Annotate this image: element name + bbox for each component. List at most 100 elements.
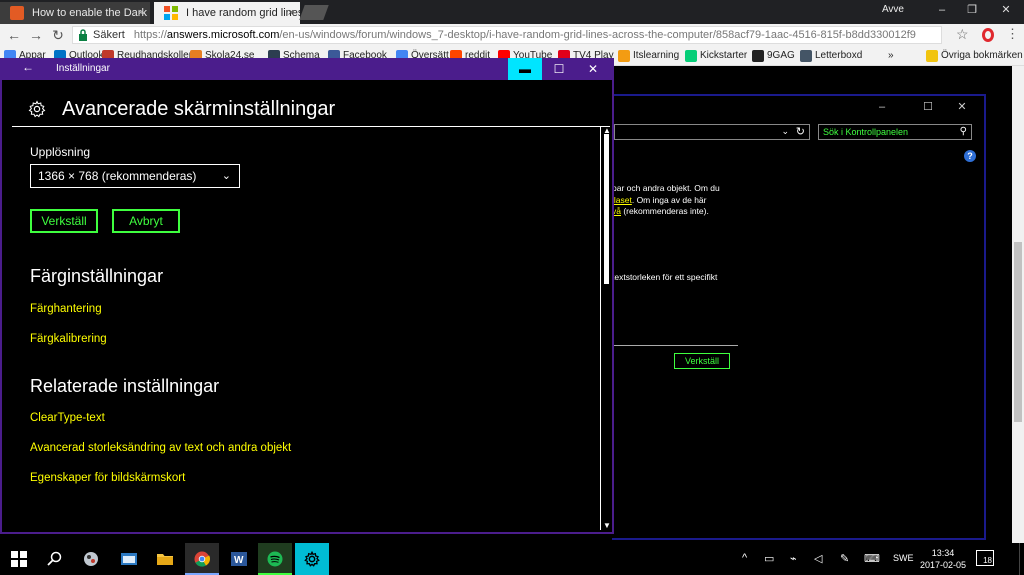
- description-link[interactable]: ilaset: [612, 195, 632, 205]
- close-icon[interactable]: ✕: [948, 98, 976, 116]
- advanced-text-sizing-link[interactable]: Avancerad storleksändring av text och an…: [30, 442, 291, 454]
- lock-icon: [78, 29, 88, 41]
- control-panel-address-bar[interactable]: ⌄ ↻: [614, 124, 810, 140]
- chrome-menu-icon[interactable]: ⋮: [1006, 26, 1019, 42]
- reload-icon[interactable]: ↻: [48, 25, 68, 45]
- search-button[interactable]: [38, 543, 72, 575]
- divider: [12, 126, 610, 127]
- control-panel-search-input[interactable]: Sök i Kontrollpanelen ⚲: [818, 124, 972, 140]
- pen-icon[interactable]: ✎: [840, 552, 849, 565]
- bookmark-itslearning[interactable]: Itslearning: [618, 49, 679, 63]
- 9gag-icon: [752, 50, 764, 62]
- apply-button[interactable]: Verkställ: [674, 353, 730, 369]
- tab-title: How to enable the Dark: [32, 7, 147, 19]
- taskbar-app-game[interactable]: [74, 543, 108, 575]
- windows-logo-icon: [11, 551, 27, 567]
- url-path: /en-us/windows/forum/windows_7-desktop/i…: [279, 29, 916, 41]
- tab-dark-mode[interactable]: How to enable the Dark ×: [0, 2, 150, 24]
- divider: [612, 345, 738, 346]
- bookmark-label: Övriga bokmärken: [941, 50, 1023, 61]
- volume-icon[interactable]: ◁: [814, 552, 822, 565]
- page-scrollbar[interactable]: [1012, 66, 1024, 543]
- scrollbar-thumb[interactable]: [604, 134, 609, 284]
- resolution-label: Upplösning: [30, 145, 91, 159]
- cleartype-link[interactable]: ClearType-text: [30, 412, 105, 424]
- back-arrow-icon[interactable]: ←: [22, 60, 34, 74]
- address-bar[interactable]: Säkert https://answers.microsoft.com/en-…: [72, 26, 942, 44]
- folder-icon: [157, 551, 173, 567]
- refresh-icon[interactable]: ↻: [796, 125, 805, 138]
- tray-overflow-icon[interactable]: ^: [742, 552, 747, 564]
- itslearning-icon: [618, 50, 630, 62]
- page-title: Avancerade skärminställningar: [62, 98, 336, 120]
- other-bookmarks[interactable]: Övriga bokmärken: [926, 49, 1023, 63]
- tab-close-icon[interactable]: ×: [138, 2, 144, 24]
- network-icon[interactable]: ⌁: [790, 552, 797, 565]
- input-language[interactable]: SWE: [893, 553, 914, 563]
- close-icon[interactable]: ✕: [990, 0, 1022, 22]
- restore-icon[interactable]: ❐: [956, 0, 988, 22]
- profile-name[interactable]: Avve: [882, 4, 904, 15]
- minimize-icon[interactable]: –: [868, 98, 896, 116]
- minimize-icon[interactable]: ▬: [508, 58, 542, 80]
- color-calibration-link[interactable]: Färgkalibrering: [30, 333, 107, 345]
- description-text: par och andra objekt. Om du: [612, 183, 720, 193]
- taskbar-settings[interactable]: [295, 543, 329, 575]
- clock-date: 2017-02-05: [919, 560, 967, 570]
- taskbar-file-explorer[interactable]: [148, 543, 182, 575]
- settings-scrollbar[interactable]: ▲ ▼: [600, 126, 612, 530]
- forward-icon[interactable]: →: [26, 25, 46, 45]
- resolution-select[interactable]: 1366 × 768 (rekommenderas) ⌄: [30, 164, 240, 188]
- taskbar: W ^ ▭ ⌁ ◁ ✎ ⌨ SWE 13:34 2017-02-05 18: [0, 543, 1024, 575]
- search-placeholder: Sök i Kontrollpanelen: [823, 127, 909, 137]
- clock[interactable]: 13:34 2017-02-05: [918, 547, 968, 571]
- maximize-icon[interactable]: ☐: [914, 98, 942, 116]
- app-title: Inställningar: [56, 63, 110, 74]
- tab-grid-lines[interactable]: I have random grid lines ×: [154, 2, 300, 24]
- related-settings-heading: Relaterade inställningar: [30, 376, 220, 396]
- tab-close-icon[interactable]: ×: [288, 2, 294, 24]
- browser-title-bar: How to enable the Dark × I have random g…: [0, 0, 1024, 24]
- display-adapter-properties-link[interactable]: Egenskaper för bildskärmskort: [30, 472, 185, 484]
- bookmark-star-icon[interactable]: ☆: [956, 26, 969, 43]
- apply-button[interactable]: Verkställ: [30, 209, 98, 233]
- toolbar: ← → ↻ Säkert https://answers.microsoft.c…: [0, 24, 1024, 46]
- description-text: textstorleken för ett specifikt: [612, 272, 718, 282]
- description-text-part: (rekommenderas inte).: [620, 206, 709, 216]
- minimize-icon[interactable]: –: [926, 0, 958, 22]
- taskbar-chrome[interactable]: [185, 543, 219, 575]
- scrollbar-thumb[interactable]: [1014, 242, 1022, 422]
- word-icon: W: [231, 551, 247, 567]
- bookmarks-overflow-icon[interactable]: »: [888, 49, 894, 63]
- bookmark-letterboxd[interactable]: Letterboxd: [800, 49, 862, 63]
- show-desktop-button[interactable]: [1019, 543, 1024, 575]
- clock-time: 13:34: [931, 548, 955, 558]
- chevron-down-icon: ⌄: [221, 170, 231, 182]
- taskbar-spotify[interactable]: [258, 543, 292, 575]
- description-text: vå (rekommenderas inte).: [612, 206, 709, 217]
- scroll-down-icon[interactable]: ▼: [603, 521, 611, 530]
- keyboard-icon[interactable]: ⌨: [864, 552, 880, 565]
- description-text: ilaset. Om inga av de här: [612, 195, 707, 206]
- help-icon[interactable]: ?: [964, 150, 976, 162]
- notification-center-icon[interactable]: 18: [976, 550, 994, 566]
- taskbar-word[interactable]: W: [222, 543, 256, 575]
- search-icon[interactable]: ⚲: [960, 125, 967, 139]
- chevron-down-icon[interactable]: ⌄: [781, 126, 789, 137]
- color-management-link[interactable]: Färghantering: [30, 303, 102, 315]
- bookmark-kickstarter[interactable]: Kickstarter: [685, 49, 747, 63]
- bookmark-9gag[interactable]: 9GAG: [752, 49, 795, 63]
- battery-icon[interactable]: ▭: [764, 552, 774, 565]
- close-icon[interactable]: ✕: [576, 58, 610, 80]
- control-panel-window: – ☐ ✕ ⌄ ↻ Sök i Kontrollpanelen ⚲ ? par …: [612, 94, 986, 540]
- kickstarter-icon: [685, 50, 697, 62]
- new-tab-button[interactable]: [299, 5, 329, 20]
- maximize-icon[interactable]: ☐: [542, 58, 576, 80]
- chrome-icon: [194, 551, 210, 567]
- start-button[interactable]: [2, 543, 36, 575]
- gear-icon: [28, 100, 46, 118]
- opera-extension-icon[interactable]: [982, 28, 994, 42]
- cancel-button[interactable]: Avbryt: [112, 209, 180, 233]
- taskbar-app-store[interactable]: [112, 543, 146, 575]
- back-icon[interactable]: ←: [4, 25, 24, 45]
